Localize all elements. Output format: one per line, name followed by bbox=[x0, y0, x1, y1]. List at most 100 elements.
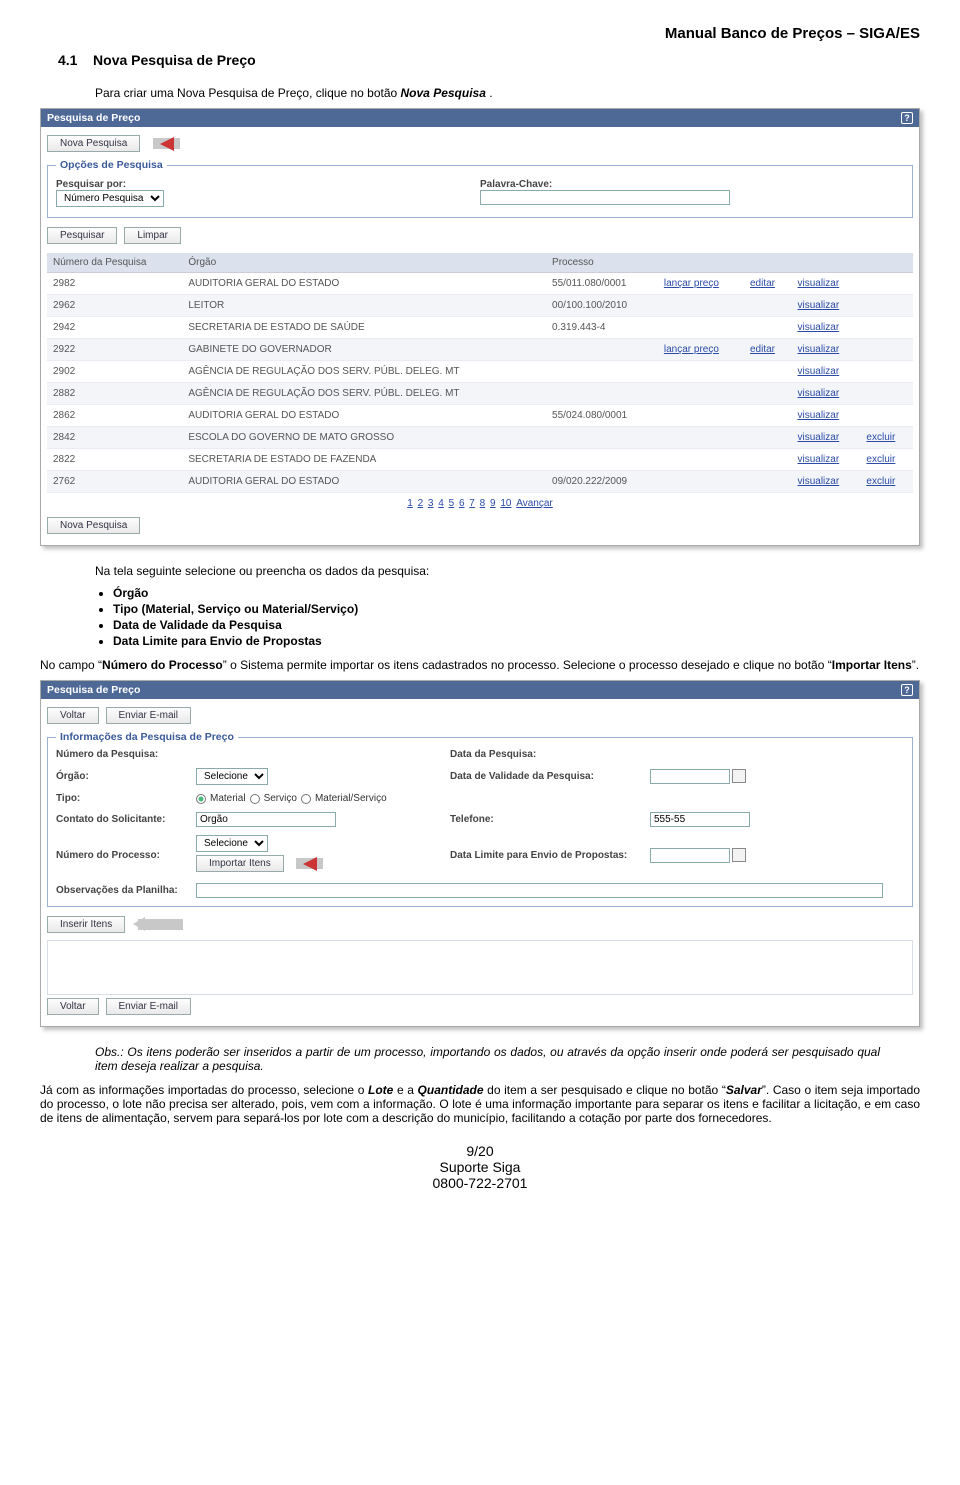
radio-material[interactable] bbox=[196, 794, 206, 804]
contato-label: Contato do Solicitante: bbox=[56, 814, 196, 825]
nova-pesquisa-button[interactable]: Nova Pesquisa bbox=[47, 135, 140, 152]
final-paragraph: Já com as informações importadas do proc… bbox=[40, 1083, 920, 1125]
pesquisar-por-label: Pesquisar por: bbox=[56, 179, 480, 190]
help-icon[interactable]: ? bbox=[901, 684, 913, 696]
limpar-button[interactable]: Limpar bbox=[124, 227, 181, 244]
table-cell bbox=[860, 405, 913, 427]
table-cell bbox=[744, 361, 792, 383]
action-link[interactable]: visualizar bbox=[797, 300, 839, 311]
data-limite-label: Data Limite para Envio de Propostas: bbox=[450, 850, 650, 861]
page-number: 9/20 bbox=[40, 1143, 920, 1159]
screenshot-form: Pesquisa de Preço ? Voltar Enviar E-mail… bbox=[40, 680, 920, 1027]
calendar-icon[interactable] bbox=[732, 848, 746, 862]
action-link[interactable]: visualizar bbox=[797, 454, 839, 465]
footer-line1: Suporte Siga bbox=[40, 1159, 920, 1175]
pager-link[interactable]: 10 bbox=[500, 498, 511, 509]
telefone-input[interactable] bbox=[650, 812, 750, 827]
orgao-select[interactable]: Selecione bbox=[196, 768, 268, 785]
palavra-chave-input[interactable] bbox=[480, 190, 730, 205]
inserir-itens-button[interactable]: Inserir Itens bbox=[47, 916, 125, 933]
importar-itens-button[interactable]: Importar Itens bbox=[196, 855, 284, 872]
observacoes-input[interactable] bbox=[196, 883, 883, 898]
table-cell: editar bbox=[744, 273, 792, 295]
pager-link[interactable]: 8 bbox=[480, 498, 486, 509]
action-link[interactable]: excluir bbox=[866, 476, 895, 487]
table-cell: 09/020.222/2009 bbox=[546, 471, 658, 493]
table-cell bbox=[744, 427, 792, 449]
radio-matserv[interactable] bbox=[301, 794, 311, 804]
action-link[interactable]: visualizar bbox=[797, 278, 839, 289]
action-link[interactable]: visualizar bbox=[797, 432, 839, 443]
pesquisar-por-select[interactable]: Número Pesquisa bbox=[56, 190, 164, 207]
section-title: 4.1 Nova Pesquisa de Preço bbox=[58, 52, 920, 68]
table-cell: SECRETARIA DE ESTADO DE SAÚDE bbox=[182, 317, 546, 339]
pager-link[interactable]: 9 bbox=[490, 498, 496, 509]
table-cell bbox=[860, 383, 913, 405]
table-cell: visualizar bbox=[791, 383, 860, 405]
calendar-icon[interactable] bbox=[732, 769, 746, 783]
col-orgao: Órgão bbox=[182, 253, 546, 273]
pager-link[interactable]: 4 bbox=[438, 498, 444, 509]
action-link[interactable]: editar bbox=[750, 344, 775, 355]
nova-pesquisa-button-bottom[interactable]: Nova Pesquisa bbox=[47, 517, 140, 534]
table-cell: visualizar bbox=[791, 317, 860, 339]
enviar-email-button-bottom[interactable]: Enviar E-mail bbox=[106, 998, 191, 1015]
table-cell bbox=[658, 405, 744, 427]
annotation-arrow-icon bbox=[296, 858, 341, 869]
t: e a bbox=[393, 1083, 417, 1097]
pager-link[interactable]: 6 bbox=[459, 498, 465, 509]
action-link[interactable]: lançar preço bbox=[664, 344, 719, 355]
pager-link[interactable]: 3 bbox=[428, 498, 434, 509]
table-row: 2842ESCOLA DO GOVERNO DE MATO GROSSOvisu… bbox=[47, 427, 913, 449]
action-link[interactable]: visualizar bbox=[797, 476, 839, 487]
table-cell bbox=[658, 295, 744, 317]
action-link[interactable]: visualizar bbox=[797, 344, 839, 355]
table-cell bbox=[658, 317, 744, 339]
pager-link[interactable]: 5 bbox=[449, 498, 455, 509]
list-item: Órgão bbox=[113, 586, 920, 600]
table-cell: visualizar bbox=[791, 449, 860, 471]
pager-link[interactable]: 2 bbox=[418, 498, 424, 509]
action-link[interactable]: excluir bbox=[866, 432, 895, 443]
t: ”. bbox=[912, 658, 919, 672]
radio-servico[interactable] bbox=[250, 794, 260, 804]
data-limite-input[interactable] bbox=[650, 848, 730, 863]
table-cell bbox=[658, 427, 744, 449]
observacoes-label: Observações da Planilha: bbox=[56, 885, 196, 896]
data-pesquisa-label: Data da Pesquisa: bbox=[450, 749, 650, 760]
table-cell bbox=[658, 471, 744, 493]
screenshot-search-list: Pesquisa de Preço ? Nova Pesquisa Opções… bbox=[40, 108, 920, 546]
table-cell bbox=[744, 295, 792, 317]
voltar-button-bottom[interactable]: Voltar bbox=[47, 998, 99, 1015]
numero-processo-select[interactable]: Selecione bbox=[196, 835, 268, 852]
table-row: 2762AUDITORIA GERAL DO ESTADO09/020.222/… bbox=[47, 471, 913, 493]
action-link[interactable]: visualizar bbox=[797, 322, 839, 333]
annotation-arrow-icon bbox=[153, 138, 198, 149]
action-link[interactable]: visualizar bbox=[797, 388, 839, 399]
voltar-button[interactable]: Voltar bbox=[47, 707, 99, 724]
table-cell: SECRETARIA DE ESTADO DE FAZENDA bbox=[182, 449, 546, 471]
pager: 1 2 3 4 5 6 7 8 9 10 Avançar bbox=[47, 493, 913, 514]
annotation-arrow-icon bbox=[138, 919, 183, 930]
help-icon[interactable]: ? bbox=[901, 112, 913, 124]
action-link[interactable]: visualizar bbox=[797, 410, 839, 421]
validade-input[interactable] bbox=[650, 769, 730, 784]
action-link[interactable]: lançar preço bbox=[664, 278, 719, 289]
t: Salvar bbox=[726, 1083, 762, 1097]
pager-link[interactable]: 1 bbox=[407, 498, 413, 509]
panel-title-bar: Pesquisa de Preço ? bbox=[41, 109, 919, 127]
contato-input[interactable] bbox=[196, 812, 336, 827]
pager-link[interactable]: 7 bbox=[469, 498, 475, 509]
mid-lead: Na tela seguinte selecione ou preencha o… bbox=[95, 564, 920, 578]
action-link[interactable]: excluir bbox=[866, 454, 895, 465]
table-cell: 2762 bbox=[47, 471, 182, 493]
action-link[interactable]: editar bbox=[750, 278, 775, 289]
validade-label: Data de Validade da Pesquisa: bbox=[450, 771, 650, 782]
pesquisar-button[interactable]: Pesquisar bbox=[47, 227, 117, 244]
action-link[interactable]: visualizar bbox=[797, 366, 839, 377]
t: Importar Itens bbox=[832, 658, 912, 672]
pager-next-link[interactable]: Avançar bbox=[516, 498, 553, 509]
radio-matserv-label: Material/Serviço bbox=[315, 793, 387, 804]
enviar-email-button[interactable]: Enviar E-mail bbox=[106, 707, 191, 724]
table-cell: 2962 bbox=[47, 295, 182, 317]
